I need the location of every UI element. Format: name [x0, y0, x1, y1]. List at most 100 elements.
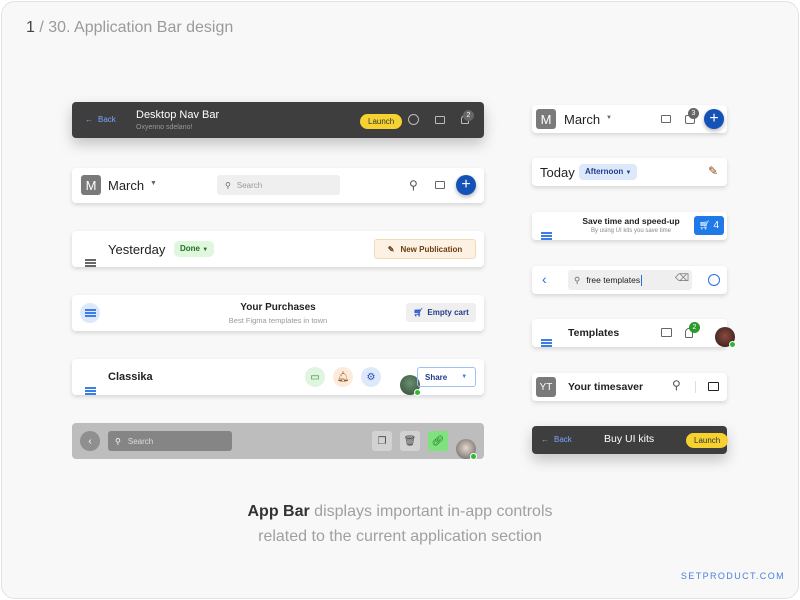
- classika-bar: Classika ▭ 🔔︎ ⚙ Share▼: [72, 359, 484, 395]
- share-dropdown[interactable]: Share▼: [417, 367, 476, 387]
- footer-bold: App Bar: [247, 503, 309, 520]
- link-icon[interactable]: 🔗︎: [428, 431, 448, 451]
- bar-title: Yesterday: [108, 242, 165, 257]
- eraser-icon[interactable]: ⌫: [675, 273, 689, 284]
- chat-icon[interactable]: [661, 328, 672, 337]
- menu-icon[interactable]: [85, 387, 96, 395]
- search-value: free templates: [586, 275, 640, 285]
- search-icon[interactable]: ⚲: [672, 378, 681, 392]
- pencil-icon: ✎: [388, 245, 395, 254]
- chip-label: Afternoon: [585, 167, 623, 176]
- online-indicator: [414, 389, 421, 396]
- settings-sliders-icon[interactable]: ⚙: [361, 367, 381, 387]
- arrow-left-icon: ←: [541, 435, 549, 444]
- bar-title: Templates: [568, 327, 619, 339]
- launch-button[interactable]: Launch: [686, 433, 728, 448]
- caret-down-icon: ▼: [625, 170, 631, 176]
- avatar[interactable]: [456, 439, 476, 459]
- footer-line-1: App Bar displays important in-app contro…: [0, 500, 800, 524]
- online-indicator: [470, 453, 477, 460]
- search-placeholder: Search: [128, 437, 153, 446]
- search-bar: ‹ ⚲free templates ⌫: [532, 266, 727, 294]
- chat-icon[interactable]: ▭: [305, 367, 325, 387]
- time-dropdown[interactable]: Afternoon ▼: [579, 164, 637, 180]
- status-dropdown[interactable]: Done ▼: [174, 241, 214, 257]
- bar-title: March: [108, 178, 144, 193]
- trash-icon[interactable]: 🗑︎: [400, 431, 420, 451]
- bar-subtitle: Oxyenno sdelano!: [136, 124, 192, 131]
- cart-button[interactable]: 🛒︎4: [694, 216, 724, 235]
- back-button[interactable]: ‹: [80, 431, 100, 451]
- count-badge: 3: [688, 108, 699, 119]
- add-button[interactable]: +: [456, 175, 476, 195]
- avatar[interactable]: [715, 327, 735, 347]
- divider: [695, 381, 696, 393]
- text-cursor: [641, 275, 642, 286]
- cart-count: 4: [713, 220, 719, 231]
- search-input[interactable]: ⚲ Search: [217, 175, 340, 195]
- button-label: New Publication: [400, 245, 462, 254]
- empty-cart-button[interactable]: 🛒︎Empty cart: [406, 303, 476, 322]
- back-label: Back: [98, 115, 116, 124]
- button-label: Empty cart: [427, 308, 468, 317]
- add-button[interactable]: +: [704, 109, 724, 129]
- search-input[interactable]: ⚲ Search: [108, 431, 232, 451]
- search-input[interactable]: ⚲free templates: [568, 270, 692, 290]
- caret-down-icon: ▼: [202, 247, 208, 253]
- search-icon: ⚲: [115, 437, 121, 446]
- bar-title: Buy UI kits: [604, 433, 654, 445]
- menu-icon[interactable]: [541, 339, 552, 347]
- buy-ui-kits-bar: ← Back Buy UI kits Launch: [532, 426, 727, 454]
- chevron-left-icon[interactable]: ‹: [542, 271, 547, 287]
- copy-icon[interactable]: ❐: [372, 431, 392, 451]
- march-bar: M March ▼ ⚲ Search ⚲ +: [72, 168, 484, 203]
- search-icon[interactable]: ⚲: [409, 178, 418, 192]
- march-small-bar: M March ▼ 3 +: [532, 105, 727, 133]
- search-placeholder: Search: [237, 181, 262, 190]
- bell-icon[interactable]: 🔔︎: [333, 367, 353, 387]
- mail-icon[interactable]: [435, 116, 445, 124]
- user-icon[interactable]: [708, 274, 720, 286]
- new-publication-button[interactable]: ✎ New Publication: [374, 239, 476, 259]
- today-bar: Today Afternoon ▼ ✎: [532, 158, 727, 186]
- status-label: Done: [180, 244, 200, 253]
- notification-badge: 2: [463, 110, 474, 121]
- page-title: 1 / 30. Application Bar design: [26, 19, 233, 37]
- avatar: YT: [536, 377, 556, 397]
- bar-subtitle: By using UI kits you save time: [572, 228, 690, 234]
- purchases-bar: Your Purchases Best Figma templates in t…: [72, 295, 484, 331]
- share-label: Share: [425, 373, 447, 382]
- brand-link[interactable]: SETPRODUCT.COM: [681, 571, 785, 581]
- back-button[interactable]: ← Back: [541, 435, 572, 444]
- launch-button[interactable]: Launch: [360, 114, 402, 129]
- back-button[interactable]: ← Back: [85, 115, 116, 124]
- search-icon: ⚲: [225, 181, 231, 190]
- gray-toolbar: ‹ ⚲ Search ❐ 🗑︎ 🔗︎: [72, 423, 484, 459]
- page-title-text: / 30. Application Bar design: [35, 19, 233, 36]
- online-indicator: [729, 341, 736, 348]
- footer-text: displays important in-app controls: [310, 503, 553, 520]
- menu-icon[interactable]: [541, 232, 552, 240]
- mail-icon[interactable]: [661, 115, 671, 123]
- chat-icon[interactable]: [708, 382, 719, 391]
- bar-title: Classika: [108, 371, 153, 383]
- notification-badge: 2: [689, 322, 700, 333]
- caret-down-icon[interactable]: ▼: [150, 180, 157, 187]
- caret-down-icon[interactable]: ▼: [606, 115, 612, 121]
- avatar: M: [81, 175, 101, 195]
- yesterday-bar: Yesterday Done ▼ ✎ New Publication: [72, 231, 484, 267]
- bar-title: Your timesaver: [568, 381, 643, 393]
- bar-title: Desktop Nav Bar: [136, 109, 219, 121]
- user-icon[interactable]: [408, 114, 419, 125]
- arrow-left-icon: ←: [85, 115, 93, 124]
- bar-title: Save time and speed-up: [572, 216, 690, 226]
- bar-title: March: [564, 112, 600, 127]
- back-label: Back: [554, 435, 572, 444]
- mail-icon[interactable]: [435, 181, 445, 189]
- avatar: M: [536, 109, 556, 129]
- footer-line-2: related to the current application secti…: [0, 525, 800, 549]
- bar-title: Today: [540, 165, 575, 180]
- menu-icon[interactable]: [85, 259, 96, 267]
- desktop-nav-bar: ← Back Desktop Nav Bar Oxyenno sdelano! L…: [72, 102, 484, 138]
- pencil-icon[interactable]: ✎: [708, 164, 718, 178]
